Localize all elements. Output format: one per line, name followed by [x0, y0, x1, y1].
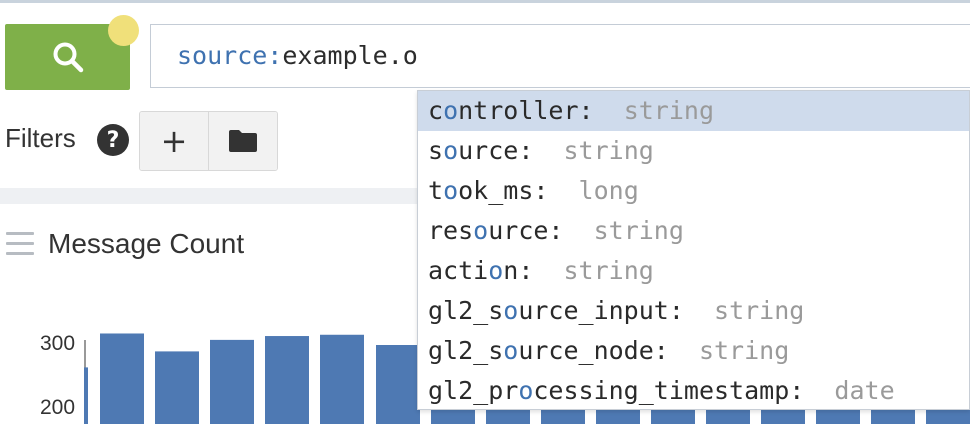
autocomplete-field-name: gl2_source_node: [428, 336, 669, 365]
autocomplete-field-type: string [563, 256, 654, 285]
field-name-match: o [503, 296, 519, 325]
autocomplete-field-type: string [563, 136, 654, 165]
field-name-prefix: gl2_s [428, 336, 504, 365]
autocomplete-item[interactable]: resource: string [418, 211, 969, 251]
load-filter-button[interactable] [208, 112, 277, 170]
chart-bar[interactable] [210, 339, 254, 424]
autocomplete-field-name: gl2_processing_timestamp: [428, 376, 804, 405]
field-name-match: o [503, 336, 519, 365]
field-name-suffix: urce_node: [518, 336, 669, 365]
autocomplete-field-type: string [714, 296, 805, 325]
chart-bar[interactable] [100, 333, 144, 424]
folder-icon [229, 130, 257, 152]
notification-dot [108, 15, 139, 46]
plus-icon: + [160, 122, 188, 160]
field-name-prefix: c [428, 96, 444, 125]
field-name-match: o [443, 96, 459, 125]
autocomplete-field-name: gl2_source_input: [428, 296, 684, 325]
autocomplete-field-name: controller: [428, 96, 594, 125]
help-icon[interactable]: ? [97, 124, 129, 156]
search-icon [53, 42, 83, 73]
field-name-suffix: urce_input: [518, 296, 684, 325]
search-query-input[interactable]: source:example.o [150, 24, 970, 88]
autocomplete-item[interactable]: source: string [418, 131, 969, 171]
autocomplete-field-type: string [623, 96, 715, 125]
query-field-key: source: [177, 41, 283, 70]
chart-bar[interactable] [84, 367, 88, 424]
field-name-prefix: s [428, 136, 444, 165]
autocomplete-item[interactable]: gl2_source_input: string [418, 291, 969, 331]
field-name-match: o [443, 176, 459, 205]
field-name-suffix: ntroller: [458, 96, 594, 125]
field-name-match: o [518, 376, 534, 405]
autocomplete-item[interactable]: gl2_processing_timestamp: date [418, 371, 969, 409]
hamburger-icon[interactable] [6, 232, 34, 256]
autocomplete-field-name: action: [428, 256, 533, 285]
field-name-prefix: t [428, 176, 444, 205]
autocomplete-field-type: long [578, 176, 639, 205]
field-name-suffix: urce: [488, 216, 564, 245]
query-field-value: example.o [282, 41, 418, 70]
autocomplete-field-name: resource: [428, 216, 563, 245]
autocomplete-item[interactable]: took_ms: long [418, 171, 969, 211]
add-filter-button[interactable]: + [140, 112, 208, 170]
chart-bar[interactable] [320, 334, 364, 424]
field-name-suffix: urce: [458, 136, 534, 165]
filters-label: Filters [5, 123, 76, 153]
autocomplete-item[interactable]: gl2_source_node: string [418, 331, 969, 371]
field-name-prefix: gl2_pr [428, 376, 519, 405]
autocomplete-field-type: date [834, 376, 895, 405]
autocomplete-item[interactable]: action: string [418, 251, 969, 291]
field-name-prefix: acti [428, 256, 489, 285]
autocomplete-field-type: string [593, 216, 684, 245]
autocomplete-field-name: took_ms: [428, 176, 548, 205]
search-query-text: source:example.o [177, 41, 418, 70]
top-border [0, 0, 970, 3]
field-name-suffix: n: [503, 256, 534, 285]
chart-bar[interactable] [155, 351, 199, 424]
widget-header: Message Count [6, 228, 244, 260]
autocomplete-dropdown: controller: string source: string took_ms:… [417, 90, 970, 410]
widget-title: Message Count [48, 228, 245, 259]
field-name-match: o [488, 256, 504, 285]
field-name-match: o [473, 216, 489, 245]
filter-button-group: + [139, 111, 278, 171]
autocomplete-item[interactable]: controller: string [418, 91, 969, 131]
field-name-suffix: ok_ms: [458, 176, 549, 205]
field-name-match: o [443, 136, 459, 165]
chart-bar[interactable] [376, 345, 420, 424]
field-name-suffix: cessing_timestamp: [533, 376, 805, 405]
autocomplete-field-type: string [698, 336, 790, 365]
autocomplete-field-name: source: [428, 136, 533, 165]
chart-bar[interactable] [265, 336, 309, 424]
field-name-prefix: gl2_s [428, 296, 504, 325]
field-name-prefix: res [428, 216, 474, 245]
